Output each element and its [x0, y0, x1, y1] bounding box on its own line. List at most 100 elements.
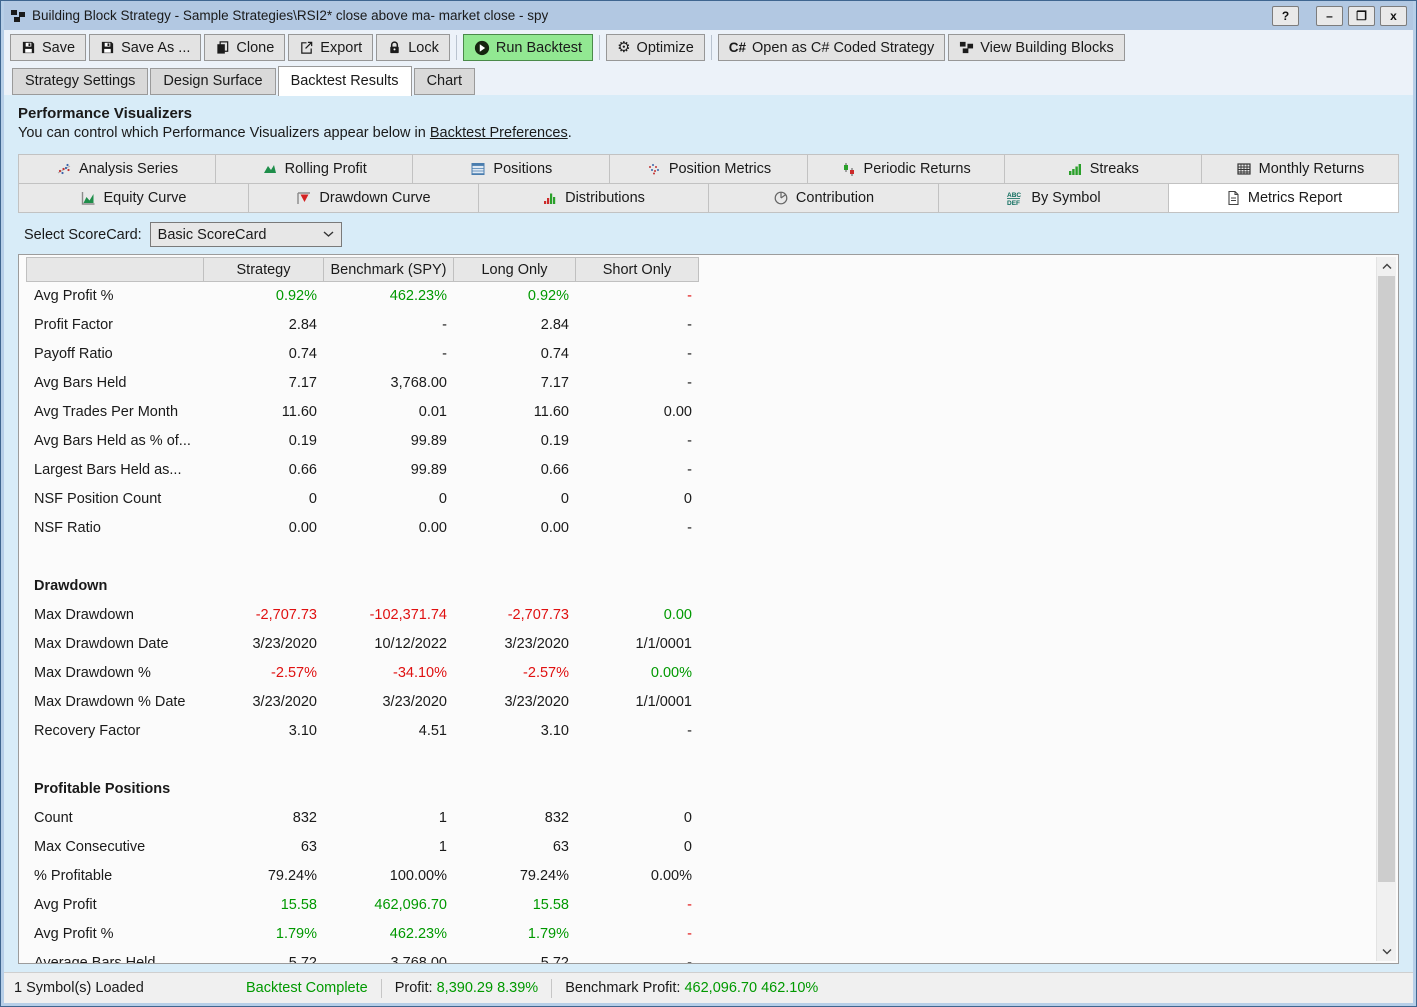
metrics-table-body: Avg Profit %0.92%462.23%0.92%-Profit Fac…: [26, 282, 1368, 963]
metric-value: -: [576, 514, 699, 543]
metric-value: 0: [204, 485, 324, 514]
building-blocks-icon: [959, 40, 974, 55]
metric-value: 0.00: [576, 601, 699, 630]
clone-label: Clone: [236, 40, 274, 56]
metric-value: 99.89: [324, 427, 454, 456]
metric-label: Count: [26, 804, 204, 833]
metric-value: 3/23/2020: [324, 688, 454, 717]
metric-value: [324, 572, 454, 601]
backtest-preferences-link[interactable]: Backtest Preferences: [430, 125, 568, 141]
by-symbol-icon: ABCDEF: [1006, 190, 1024, 206]
viz-tab-rolling-profit[interactable]: Rolling Profit: [215, 154, 413, 184]
metric-label: [26, 746, 204, 775]
clone-button[interactable]: Clone: [204, 34, 285, 61]
metric-value: 4.51: [324, 717, 454, 746]
scrollbar-thumb[interactable]: [1378, 276, 1395, 882]
csharp-icon: C#: [729, 40, 746, 55]
subtitle-period: .: [568, 125, 572, 141]
metric-label: Avg Bars Held: [26, 369, 204, 398]
metric-label: Avg Profit %: [26, 920, 204, 949]
viz-tab-label: Position Metrics: [669, 161, 771, 177]
viz-tab-label: Monthly Returns: [1259, 161, 1365, 177]
metric-value: 0.19: [454, 427, 576, 456]
scroll-down-icon[interactable]: [1377, 942, 1396, 961]
metric-value: 3/23/2020: [454, 630, 576, 659]
metric-value: 462.23%: [324, 282, 454, 311]
help-button[interactable]: ?: [1272, 6, 1299, 26]
header-strategy[interactable]: Strategy: [203, 257, 324, 282]
header-long-only[interactable]: Long Only: [453, 257, 576, 282]
viz-tab-label: Periodic Returns: [864, 161, 971, 177]
viz-tab-monthly-returns[interactable]: Monthly Returns: [1201, 154, 1399, 184]
tab-strategy-settings[interactable]: Strategy Settings: [12, 68, 148, 95]
save-button[interactable]: Save: [10, 34, 86, 61]
lock-label: Lock: [408, 40, 439, 56]
metric-value: [204, 543, 324, 572]
performance-visualizers-subtitle: You can control which Performance Visual…: [18, 125, 1413, 141]
save-as-button[interactable]: Save As ...: [89, 34, 201, 61]
viz-tab-positions[interactable]: Positions: [412, 154, 610, 184]
metric-value: 0.92%: [204, 282, 324, 311]
viz-tab-drawdown-curve[interactable]: Drawdown Curve: [248, 183, 479, 213]
vertical-scrollbar[interactable]: [1376, 257, 1396, 961]
metric-value: -102,371.74: [324, 601, 454, 630]
metrics-table: Strategy Benchmark (SPY) Long Only Short…: [26, 257, 1368, 963]
metric-value: -: [576, 891, 699, 920]
save-as-icon: [100, 40, 115, 55]
open-csharp-button[interactable]: C# Open as C# Coded Strategy: [718, 34, 945, 61]
header-short-only[interactable]: Short Only: [575, 257, 699, 282]
metric-value: 3/23/2020: [204, 688, 324, 717]
metric-value: [324, 543, 454, 572]
metric-label: Avg Bars Held as % of...: [26, 427, 204, 456]
lock-button[interactable]: Lock: [376, 34, 450, 61]
metric-value: -: [576, 456, 699, 485]
save-icon: [21, 40, 36, 55]
export-icon: [299, 40, 314, 55]
viz-tab-streaks[interactable]: Streaks: [1004, 154, 1202, 184]
statusbar-separator: [381, 979, 382, 998]
table-row: [26, 543, 1368, 572]
tab-design-surface[interactable]: Design Surface: [150, 68, 275, 95]
view-building-blocks-button[interactable]: View Building Blocks: [948, 34, 1125, 61]
run-backtest-button[interactable]: Run Backtest: [463, 34, 593, 61]
viz-tab-by-symbol[interactable]: ABCDEF By Symbol: [938, 183, 1169, 213]
minimize-button[interactable]: –: [1316, 6, 1343, 26]
close-button[interactable]: x: [1380, 6, 1407, 26]
table-row: Max Drawdown %-2.57%-34.10%-2.57%0.00%: [26, 659, 1368, 688]
metric-value: [324, 775, 454, 804]
tab-backtest-results[interactable]: Backtest Results: [278, 66, 412, 96]
export-button[interactable]: Export: [288, 34, 373, 61]
viz-tab-metrics-report[interactable]: Metrics Report: [1168, 183, 1399, 213]
position-metrics-icon: [646, 161, 662, 177]
distributions-icon: [542, 190, 558, 206]
metric-value: 3.10: [454, 717, 576, 746]
scorecard-selected-value: Basic ScoreCard: [158, 227, 267, 243]
viz-tab-label: Analysis Series: [79, 161, 178, 177]
scroll-up-icon[interactable]: [1377, 257, 1396, 276]
viz-tab-analysis-series[interactable]: Analysis Series: [18, 154, 216, 184]
viz-tab-periodic-returns[interactable]: Periodic Returns: [807, 154, 1005, 184]
metric-value: 7.17: [454, 369, 576, 398]
header-benchmark[interactable]: Benchmark (SPY): [323, 257, 454, 282]
profit-label: Profit:: [395, 980, 433, 996]
save-as-label: Save As ...: [121, 40, 190, 56]
metric-value: 0.00: [204, 514, 324, 543]
scrollbar-track[interactable]: [1377, 276, 1396, 942]
metric-value: 462.23%: [324, 920, 454, 949]
viz-tab-equity-curve[interactable]: Equity Curve: [18, 183, 249, 213]
viz-tab-label: Metrics Report: [1248, 190, 1342, 206]
scorecard-select[interactable]: Basic ScoreCard: [150, 222, 342, 247]
positions-icon: [470, 161, 486, 177]
viz-tab-position-metrics[interactable]: Position Metrics: [609, 154, 807, 184]
tab-chart[interactable]: Chart: [414, 68, 475, 95]
metrics-report-panel: Strategy Benchmark (SPY) Long Only Short…: [18, 254, 1399, 964]
metric-value: 5.72: [454, 949, 576, 963]
backtest-complete-status: Backtest Complete: [246, 980, 368, 996]
viz-tab-contribution[interactable]: Contribution: [708, 183, 939, 213]
viz-tab-distributions[interactable]: Distributions: [478, 183, 709, 213]
metric-value: 10/12/2022: [324, 630, 454, 659]
chevron-down-icon: [323, 229, 334, 241]
maximize-button[interactable]: ❐: [1348, 6, 1375, 26]
optimize-button[interactable]: ⚙ Optimize: [606, 34, 705, 61]
metric-value: 3/23/2020: [204, 630, 324, 659]
